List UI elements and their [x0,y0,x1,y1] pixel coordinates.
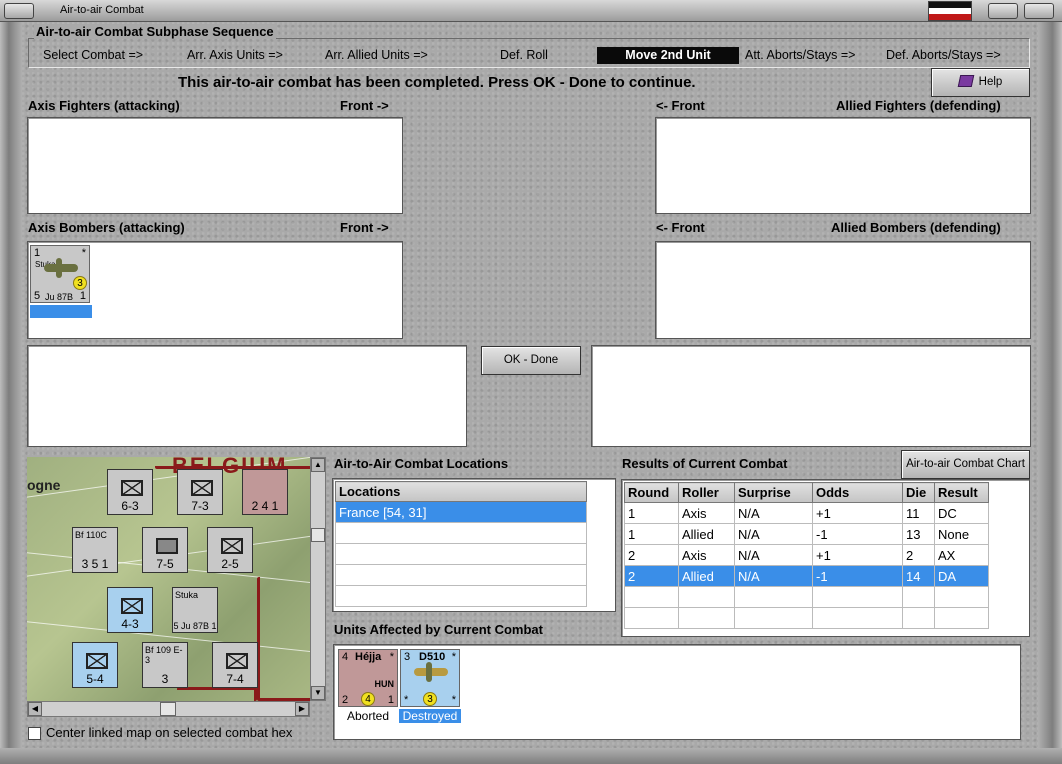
window-frame-left [0,22,22,764]
map-counter[interactable]: 2 4 1 [242,469,288,515]
allied-fighters-front-label: <- Front [656,98,705,113]
result-row[interactable]: 2 Axis N/A +1 2 AX [624,544,989,566]
location-row[interactable] [335,522,587,544]
vertical-scroll-thumb[interactable] [311,528,325,542]
allied-bombers-front-label: <- Front [656,220,705,235]
scroll-up-arrow-icon[interactable]: ▲ [311,458,325,472]
map-counter[interactable]: Bf 109 E-3 3 [142,642,188,688]
scroll-right-arrow-icon[interactable]: ▶ [295,702,309,716]
subphase-title: Air-to-air Combat Subphase Sequence [34,24,276,39]
locations-header[interactable]: Locations [335,481,587,502]
center-map-label: Center linked map on selected combat hex [46,725,293,740]
ok-done-button[interactable]: OK - Done [481,346,581,375]
units-affected-panel: 4 Héjja * HUN 2 4 1 Aborted 3 D510 * * 3… [333,644,1021,740]
axis-fighters-panel[interactable] [27,117,403,214]
window-frame-right [1038,22,1062,764]
phase-arrange-allied: Arr. Allied Units => [325,48,428,62]
aircraft-icon [414,662,448,682]
window-title: Air-to-air Combat [60,4,144,16]
window-menu-button[interactable] [4,3,34,19]
locations-title: Air-to-Air Combat Locations [334,456,509,471]
axis-fighters-front-label: Front -> [340,98,389,113]
allied-info-panel [591,345,1031,447]
minimize-button[interactable] [988,3,1018,19]
axis-fighters-label: Axis Fighters (attacking) [28,98,180,113]
map-counter[interactable]: Stuka 5 Ju 87B 1 [172,587,218,633]
col-die[interactable]: Die [902,482,935,503]
d510-counter[interactable]: 3 D510 * * 3 * [400,649,460,707]
axis-bombers-front-label: Front -> [340,220,389,235]
map-label-town: ogne [27,477,61,493]
allied-fighters-label: Allied Fighters (defending) [836,98,1001,113]
aborted-caption: Aborted [346,709,390,723]
destroyed-caption: Destroyed [399,709,461,723]
results-table: Round Roller Surprise Odds Die Result 1A… [624,482,989,629]
country-border [257,577,310,701]
phase-defender-aborts: Def. Aborts/Stays => [886,48,1001,62]
allied-bombers-panel[interactable] [655,241,1031,339]
result-row[interactable]: 1 Allied N/A -1 13 None [624,523,989,545]
allied-fighters-panel[interactable] [655,117,1031,214]
hejja-counter[interactable]: 4 Héjja * HUN 2 4 1 [338,649,398,707]
map-counter[interactable]: 7-5 [142,527,188,573]
aircraft-icon [44,258,78,278]
results-panel: Round Roller Surprise Odds Die Result 1A… [621,479,1030,637]
axis-bombers-label: Axis Bombers (attacking) [28,220,185,235]
map-counter[interactable]: 7-3 [177,469,223,515]
phase-move-2nd-unit-active: Move 2nd Unit [597,47,739,64]
ju87b-stuka-counter[interactable]: 1 * Stuka 3 5 Ju 87B 1 [30,245,90,303]
units-affected-title: Units Affected by Current Combat [334,622,543,637]
map-counter[interactable]: 5-4 [72,642,118,688]
linked-map[interactable]: BELGIUM ogne 6-3 7-3 2 4 1 Bf 110C 3 5 1 … [27,457,310,701]
counter-selection-bar [30,305,92,318]
status-message: This air-to-air combat has been complete… [178,74,696,91]
axis-info-panel [27,345,467,447]
phase-defender-roll: Def. Roll [500,48,548,62]
location-row[interactable] [335,585,587,607]
col-result[interactable]: Result [934,482,989,503]
window-frame-bottom [0,748,1062,764]
result-row[interactable]: 2 Allied N/A -1 14 DA [624,565,989,587]
phase-arrange-axis: Arr. Axis Units => [187,48,283,62]
location-row[interactable] [335,543,587,565]
allied-bombers-label: Allied Bombers (defending) [831,220,1001,235]
location-row[interactable] [335,564,587,586]
air-combat-chart-button[interactable]: Air-to-air Combat Chart [901,450,1030,479]
phase-attacker-aborts: Att. Aborts/Stays => [745,48,856,62]
axis-bombers-panel[interactable]: 1 * Stuka 3 5 Ju 87B 1 [27,241,403,339]
col-round[interactable]: Round [624,482,679,503]
col-odds[interactable]: Odds [812,482,903,503]
result-row[interactable] [624,586,989,608]
map-counter[interactable]: 4-3 [107,587,153,633]
map-counter[interactable]: 7-4 [212,642,258,688]
locations-list-panel: Locations France [54, 31] [332,478,616,612]
results-title: Results of Current Combat [622,456,788,471]
result-row[interactable]: 1 Axis N/A +1 11 DC [624,502,989,524]
col-surprise[interactable]: Surprise [734,482,813,503]
map-counter[interactable]: 2-5 [207,527,253,573]
locations-table: Locations France [54, 31] [335,481,587,607]
german-flag-icon [928,1,972,21]
title-bar[interactable]: Air-to-air Combat [0,0,1062,22]
map-counter[interactable]: 6-3 [107,469,153,515]
col-roller[interactable]: Roller [678,482,735,503]
location-row[interactable]: France [54, 31] [335,501,587,523]
scroll-down-arrow-icon[interactable]: ▼ [311,686,325,700]
scroll-left-arrow-icon[interactable]: ◀ [28,702,42,716]
help-book-icon [957,75,974,87]
map-vertical-scrollbar[interactable]: ▲ ▼ [310,457,326,701]
help-button[interactable]: Help [931,68,1030,97]
close-button[interactable] [1024,3,1054,19]
map-counter[interactable]: Bf 110C 3 5 1 [72,527,118,573]
country-border [177,687,257,701]
map-horizontal-scrollbar[interactable]: ◀ ▶ [27,701,310,717]
center-map-checkbox[interactable] [28,727,41,740]
result-row[interactable] [624,607,989,629]
horizontal-scroll-thumb[interactable] [160,702,176,716]
help-button-label: Help [978,76,1003,88]
phase-select-combat: Select Combat => [43,48,144,62]
